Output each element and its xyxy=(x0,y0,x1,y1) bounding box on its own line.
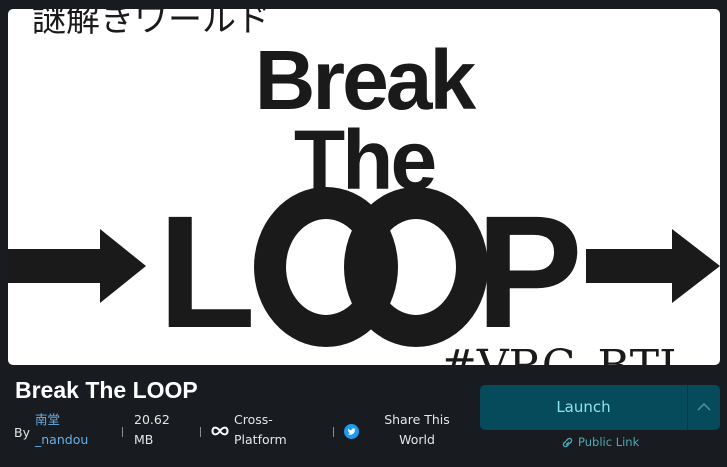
infinity-oo-icon xyxy=(254,187,488,347)
right-arrow-icon xyxy=(586,229,720,303)
loop-l-text: L xyxy=(158,182,256,361)
twitter-icon[interactable] xyxy=(344,424,359,439)
platform-label: Cross-Platform xyxy=(234,412,287,447)
launch-button[interactable]: Launch xyxy=(480,385,720,430)
author-link[interactable]: 南堂_nandou xyxy=(35,410,91,454)
left-arrow-icon xyxy=(8,229,146,303)
launch-options-button[interactable] xyxy=(688,385,720,430)
world-title: Break The LOOP xyxy=(15,377,198,403)
hashtag-text: #VRC_BTL xyxy=(440,341,688,365)
share-world-button[interactable]: Share This World xyxy=(380,410,454,454)
meta-divider xyxy=(200,427,201,437)
chevron-up-icon xyxy=(697,402,711,411)
meta-divider xyxy=(122,427,123,437)
public-link-label: Public Link xyxy=(578,435,640,449)
public-link[interactable]: Public Link xyxy=(561,434,639,450)
world-thumbnail: 謎解きワールド Break The L P #VRC_BTL xyxy=(8,9,720,365)
jp-title-text: 謎解きワールド xyxy=(32,9,270,40)
loop-p-text: P xyxy=(476,182,583,361)
launch-label: Launch xyxy=(556,398,611,416)
by-label: By xyxy=(14,425,30,440)
file-size: 20.62 MB xyxy=(134,412,170,447)
meta-divider xyxy=(333,427,334,437)
link-icon xyxy=(562,437,573,448)
infinity-icon xyxy=(211,426,229,436)
